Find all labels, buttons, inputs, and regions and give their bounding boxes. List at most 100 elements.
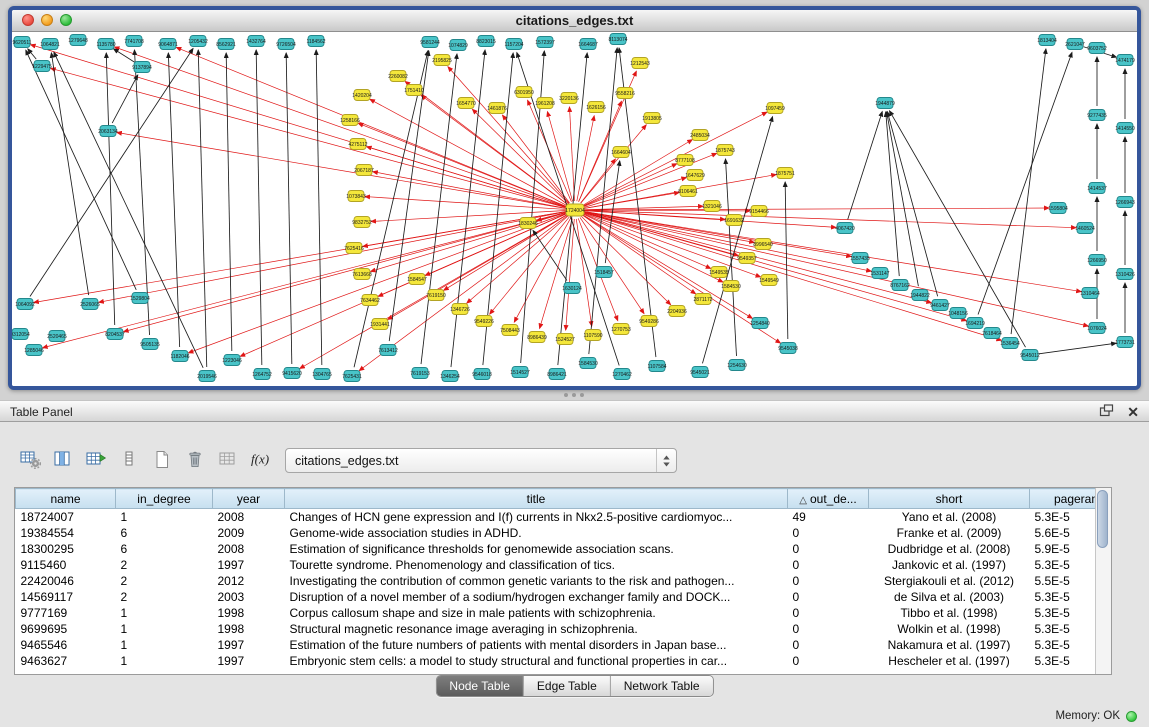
graph-node[interactable]: 1304765 <box>312 369 332 380</box>
column-header-short[interactable]: short <box>869 489 1030 509</box>
graph-node[interactable]: 1097459 <box>765 103 785 114</box>
float-panel-icon[interactable] <box>1099 404 1114 420</box>
graph-node[interactable]: 1944822 <box>910 290 930 301</box>
graph-node[interactable]: 1531147 <box>870 268 889 279</box>
graph-node[interactable]: 1414550 <box>1115 123 1135 134</box>
graph-node[interactable]: 9549226 <box>474 316 494 327</box>
graph-node[interactable]: 1157204 <box>504 39 523 50</box>
graph-node[interactable]: 1630124 <box>562 283 582 294</box>
table-row[interactable]: 1938455462009Genome-wide association stu… <box>16 525 1113 541</box>
row-height-button[interactable] <box>117 447 141 471</box>
graph-node[interactable]: 1626156 <box>586 102 606 113</box>
graph-node[interactable]: 9549286 <box>639 316 659 327</box>
graph-node[interactable]: 1549549 <box>759 275 779 286</box>
graph-node[interactable]: 9546018 <box>472 369 492 380</box>
graph-node[interactable]: 1135780 <box>96 39 115 50</box>
graph-node[interactable]: 4275112 <box>348 139 367 150</box>
graph-node[interactable]: 1264752 <box>252 369 272 380</box>
graph-node[interactable]: 7625431 <box>342 371 362 382</box>
table-mode-button[interactable] <box>18 447 42 471</box>
graph-node[interactable]: 8767162 <box>890 280 910 291</box>
table-selector-dropdown[interactable]: citations_edges.txt <box>285 448 677 473</box>
graph-node[interactable]: 1724004 <box>565 204 585 216</box>
graph-node[interactable]: 1557435 <box>850 253 870 264</box>
close-window-button[interactable] <box>22 14 34 26</box>
graph-node[interactable]: 2871172 <box>693 294 712 305</box>
graph-node[interactable]: 1474179 <box>1115 55 1135 66</box>
graph-node[interactable]: 2621047 <box>1065 39 1085 50</box>
graph-node[interactable]: 9832752 <box>352 217 372 228</box>
column-header-name[interactable]: name <box>16 489 116 509</box>
table-row[interactable]: 1830029562008Estimation of significance … <box>16 541 1113 557</box>
table-row[interactable]: 2242004622012Investigating the contribut… <box>16 573 1113 589</box>
graph-node[interactable]: 1664604 <box>611 147 631 158</box>
graph-node[interactable]: 1310464 <box>1080 288 1100 299</box>
graph-node[interactable]: 1107590 <box>583 330 602 341</box>
graph-node[interactable]: 2063134 <box>98 126 118 137</box>
graph-node[interactable]: 3220136 <box>559 93 579 104</box>
graph-node[interactable]: 2195825 <box>432 55 452 66</box>
graph-node[interactable]: 8996540 <box>753 239 773 250</box>
graph-node[interactable]: 9545038 <box>778 343 798 354</box>
column-header-in_degree[interactable]: in_degree <box>116 489 213 509</box>
graph-node[interactable]: 7613412 <box>378 345 398 356</box>
graph-node[interactable]: 1664687 <box>578 39 598 50</box>
graph-node[interactable]: 8113074 <box>608 34 627 45</box>
new-table-button[interactable] <box>150 447 174 471</box>
tab-node-table[interactable]: Node Table <box>436 676 524 696</box>
graph-node[interactable]: 1279648 <box>68 35 88 46</box>
graph-node[interactable]: 1285046 <box>24 345 44 356</box>
graph-node[interactable]: 2485034 <box>690 130 710 141</box>
table-row[interactable]: 969969511998Structural magnetic resonanc… <box>16 621 1113 637</box>
zoom-window-button[interactable] <box>60 14 72 26</box>
graph-node[interactable]: 1420204 <box>352 90 372 101</box>
graph-node[interactable]: 8777108 <box>675 155 695 166</box>
table-row[interactable]: 1456911722003Disruption of a novel membe… <box>16 589 1113 605</box>
graph-node[interactable]: 7613668 <box>352 269 372 280</box>
graph-node[interactable]: 1064821 <box>40 39 60 50</box>
graph-node[interactable]: 9154466 <box>749 206 769 217</box>
graph-node[interactable]: 1346254 <box>440 371 460 382</box>
graph-node[interactable]: 9545021 <box>690 367 710 378</box>
graph-node[interactable]: 9549357 <box>737 253 757 264</box>
graph-node[interactable]: 1270753 <box>611 324 631 335</box>
scrollbar-thumb[interactable] <box>1097 490 1108 548</box>
graph-node[interactable]: 7625416 <box>344 243 364 254</box>
graph-node[interactable]: 8986439 <box>527 332 547 343</box>
graph-node[interactable]: 1773731 <box>1115 337 1135 348</box>
graph-node[interactable]: 1549535 <box>709 267 729 278</box>
graph-node[interactable]: 9312054 <box>12 329 30 340</box>
graph-node[interactable]: 1073843 <box>346 191 366 202</box>
graph-node[interactable]: 9558216 <box>615 88 635 99</box>
graph-node[interactable]: 7618464 <box>982 328 1002 339</box>
graph-node[interactable]: 1270462 <box>612 369 632 380</box>
graph-node[interactable]: 2260082 <box>388 71 408 82</box>
graph-node[interactable]: 8823015 <box>476 36 496 47</box>
graph-node[interactable]: 1654770 <box>456 98 476 109</box>
graph-node[interactable]: 1875751 <box>775 168 795 179</box>
import-table-button[interactable] <box>216 447 240 471</box>
graph-node[interactable]: 1572397 <box>535 37 555 48</box>
graph-node[interactable]: 1931441 <box>370 319 390 330</box>
table-row[interactable]: 946554611997Estimation of the future num… <box>16 637 1113 653</box>
graph-node[interactable]: 1584547 <box>407 274 427 285</box>
graph-node[interactable]: 1076024 <box>1087 323 1107 334</box>
graph-node[interactable]: 1229475 <box>32 61 52 72</box>
graph-node[interactable]: 9277435 <box>1087 110 1107 121</box>
graph-node[interactable]: 1266950 <box>1087 255 1107 266</box>
graph-node[interactable]: 1529804 <box>130 293 150 304</box>
graph-node[interactable]: 1514527 <box>510 367 530 378</box>
graph-node[interactable]: 9603752 <box>1087 43 1107 54</box>
graph-node[interactable]: 2204936 <box>667 306 687 317</box>
graph-node[interactable]: 9726504 <box>276 39 296 50</box>
graph-node[interactable]: 1266943 <box>1115 197 1135 208</box>
graph-node[interactable]: 1223046 <box>222 355 242 366</box>
graph-node[interactable]: 1875743 <box>715 145 735 156</box>
graph-node[interactable]: 1205432 <box>188 36 208 47</box>
panel-resize-handle[interactable] <box>564 393 584 397</box>
graph-node[interactable]: 1524527 <box>555 334 575 345</box>
graph-node[interactable]: 1321046 <box>702 201 722 212</box>
graph-node[interactable]: 7619153 <box>410 368 430 379</box>
graph-node[interactable]: 1694219 <box>965 318 985 329</box>
table-row[interactable]: 977716911998Corpus callosum shape and si… <box>16 605 1113 621</box>
